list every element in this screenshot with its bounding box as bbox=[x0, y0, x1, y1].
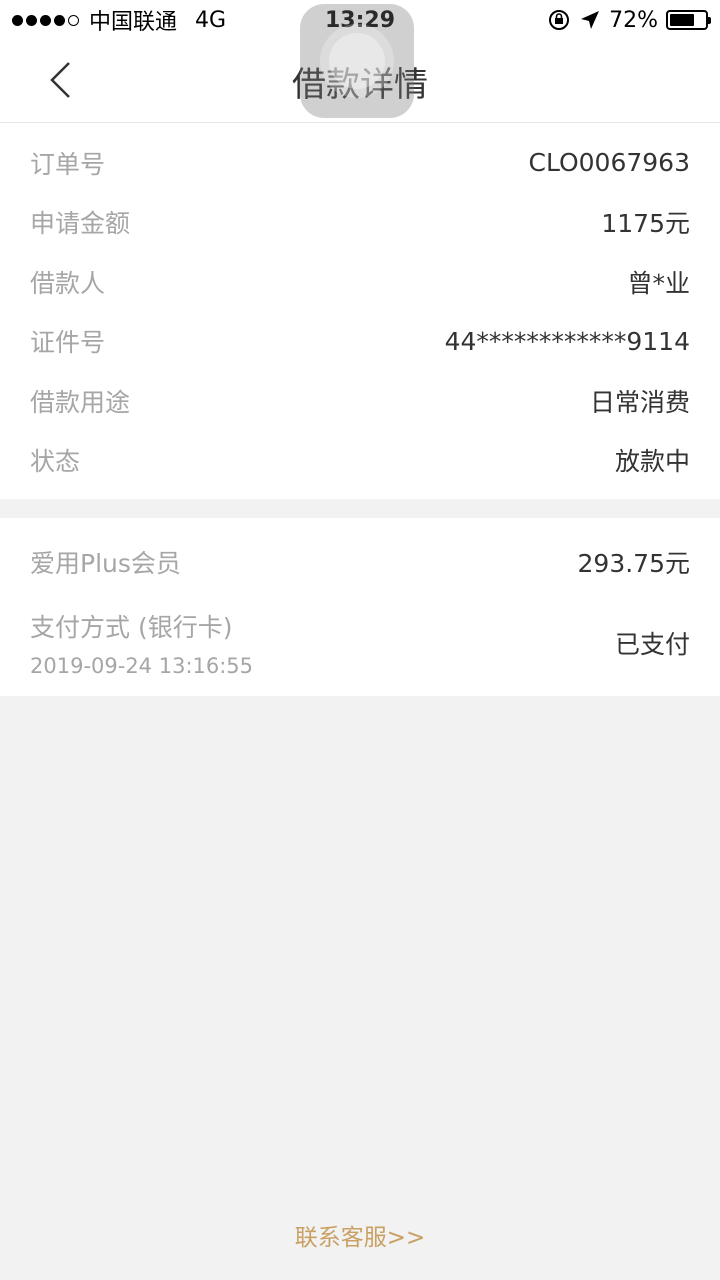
detail-value: 44************9114 bbox=[444, 326, 690, 356]
signal-strength-icon bbox=[12, 14, 79, 26]
detail-row-status: 状态 放款中 bbox=[0, 431, 720, 491]
detail-label: 申请金额 bbox=[30, 209, 131, 239]
detail-label: 状态 bbox=[30, 447, 81, 477]
detail-value: 1175元 bbox=[601, 209, 690, 239]
membership-label: 爱用Plus会员 bbox=[30, 549, 181, 578]
membership-card: 爱用Plus会员 293.75元 支付方式 (银行卡) 2019-09-24 1… bbox=[0, 518, 720, 696]
network-type: 4G bbox=[195, 7, 227, 33]
status-left: 中国联通 4G bbox=[12, 4, 226, 36]
status-right: 72% bbox=[547, 7, 711, 33]
battery-percentage: 72% bbox=[609, 7, 658, 33]
detail-value: 放款中 bbox=[614, 447, 690, 477]
loan-details-card: 订单号 CLO0067963 申请金额 1175元 借款人 曾*业 证件号 44… bbox=[0, 123, 720, 499]
detail-row-order-number: 订单号 CLO0067963 bbox=[0, 133, 720, 193]
membership-row: 爱用Plus会员 293.75元 bbox=[0, 518, 720, 600]
membership-value: 293.75元 bbox=[577, 549, 690, 578]
assistive-touch-button[interactable] bbox=[300, 4, 414, 118]
rotation-lock-icon bbox=[549, 10, 570, 30]
payment-row: 支付方式 (银行卡) 2019-09-24 13:16:55 已支付 bbox=[0, 600, 720, 686]
battery-fill bbox=[670, 14, 695, 26]
payment-status: 已支付 bbox=[614, 630, 690, 659]
assistive-touch-core bbox=[329, 33, 385, 89]
detail-row-id-number: 证件号 44************9114 bbox=[0, 312, 720, 372]
detail-value: 日常消费 bbox=[589, 387, 690, 417]
contact-support-link[interactable]: 联系客服>> bbox=[0, 1218, 720, 1252]
detail-row-amount: 申请金额 1175元 bbox=[0, 193, 720, 253]
detail-label: 借款用途 bbox=[30, 387, 131, 417]
detail-label: 订单号 bbox=[30, 149, 106, 179]
detail-value: 曾*业 bbox=[627, 268, 690, 298]
location-arrow-icon bbox=[581, 11, 600, 29]
back-button[interactable] bbox=[36, 56, 84, 104]
detail-row-borrower: 借款人 曾*业 bbox=[0, 252, 720, 312]
detail-value: CLO0067963 bbox=[528, 148, 690, 178]
payment-method-label: 支付方式 (银行卡) bbox=[30, 613, 233, 642]
detail-row-purpose: 借款用途 日常消费 bbox=[0, 371, 720, 431]
battery-icon bbox=[666, 10, 711, 30]
chevron-left-icon bbox=[50, 62, 70, 98]
assistive-touch-ring bbox=[320, 24, 394, 98]
detail-label: 证件号 bbox=[30, 328, 106, 358]
detail-label: 借款人 bbox=[30, 268, 106, 298]
payment-date: 2019-09-24 13:16:55 bbox=[30, 654, 254, 678]
carrier-name: 中国联通 bbox=[89, 10, 178, 35]
payment-info: 支付方式 (银行卡) 2019-09-24 13:16:55 bbox=[30, 608, 253, 678]
